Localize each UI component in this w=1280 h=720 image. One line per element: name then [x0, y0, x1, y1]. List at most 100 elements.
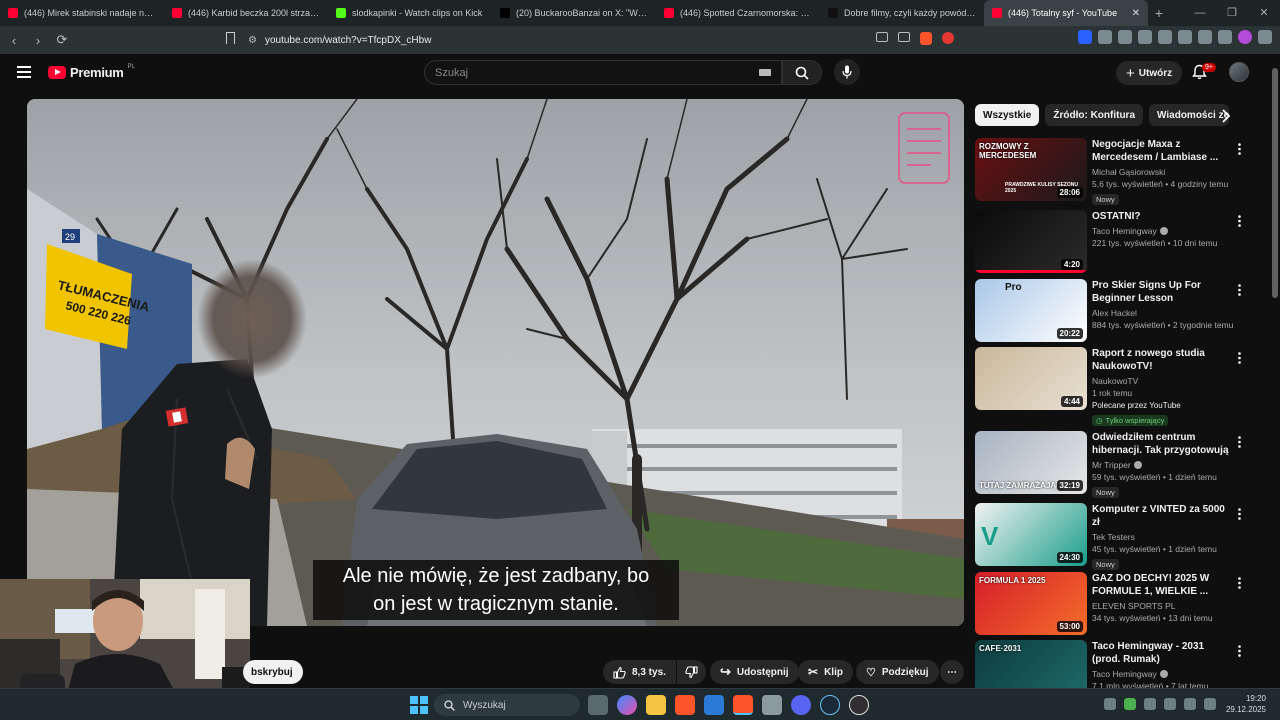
store-icon[interactable]	[704, 695, 724, 715]
video-thumbnail[interactable]: 4:20	[975, 210, 1087, 273]
file-explorer-icon[interactable]	[646, 695, 666, 715]
kebab-menu-icon[interactable]	[1238, 435, 1241, 448]
recommended-video[interactable]: CAFE·2031 Taco Hemingway - 2031 (prod. Ru…	[975, 640, 1255, 703]
account-avatar[interactable]	[1229, 62, 1249, 82]
discord-icon[interactable]	[791, 695, 811, 715]
keyboard-icon[interactable]	[759, 69, 771, 76]
extension-image-icon[interactable]	[1118, 30, 1132, 44]
subscribe-button[interactable]: bskrybuj	[243, 660, 303, 684]
recommended-video[interactable]: V 24:30 Komputer z VINTED za 5000 zł Tek Te…	[975, 503, 1255, 572]
browser-tab[interactable]: (446) Spotted Czarnomorska: upośle	[656, 0, 820, 26]
copilot-icon[interactable]	[617, 695, 637, 715]
video-thumbnail[interactable]: TUTAJ ZAMRAŻAJĄ L 32:19	[975, 431, 1087, 494]
tray-wifi-icon[interactable]	[1184, 698, 1196, 710]
restore-icon[interactable]: ❐	[1216, 0, 1248, 26]
kebab-menu-icon[interactable]	[1238, 576, 1241, 589]
vpn-icon[interactable]	[1218, 30, 1232, 44]
browser-tab[interactable]: Dobre filmy, czyli każdy powód dobr	[820, 0, 984, 26]
video-title[interactable]: Negocjacje Maxa z Mercedesem / Lambiase …	[1092, 138, 1232, 164]
clip-button[interactable]: ✂ Klip	[798, 660, 853, 684]
taskbar-clock[interactable]: 19:20 29.12.2025	[1226, 693, 1266, 715]
tray-app-icon[interactable]	[1124, 698, 1136, 710]
video-thumbnail[interactable]: 4:44	[975, 347, 1087, 410]
kebab-menu-icon[interactable]	[1238, 644, 1241, 657]
recommended-video[interactable]: ROZMOWY Z MERCEDESEM PRAWDZIWE KULISY SEZ…	[975, 138, 1255, 210]
channel-name[interactable]: Taco Hemingway	[1092, 669, 1157, 679]
windows-start-icon[interactable]	[410, 696, 428, 714]
new-tab-button[interactable]: +	[1148, 5, 1170, 21]
dislike-button[interactable]	[676, 660, 706, 684]
extensions-puzzle-icon[interactable]	[1098, 30, 1112, 44]
recommended-video[interactable]: Pro 20:22 Pro Skier Signs Up For Beginner …	[975, 279, 1255, 347]
tray-mic-icon[interactable]	[1164, 698, 1176, 710]
share-button[interactable]: ↪ Udostępnij	[710, 660, 799, 684]
browser-tab[interactable]: (20) BuckarooBanzai on X: "W Sankt	[492, 0, 656, 26]
chevron-right-icon[interactable]	[1218, 108, 1234, 124]
brave-active-icon[interactable]	[733, 695, 753, 715]
more-actions-button[interactable]: ⋯	[940, 660, 964, 684]
bookmark-icon[interactable]	[226, 32, 235, 44]
wallet-icon[interactable]	[1178, 30, 1192, 44]
back-icon[interactable]: ‹	[4, 33, 24, 48]
channel-name[interactable]: Alex Hackel	[1092, 308, 1137, 318]
task-view-icon[interactable]	[588, 695, 608, 715]
browser-tab[interactable]: slodkapinki - Watch clips on Kick	[328, 0, 492, 26]
taskbar-search[interactable]: Wyszukaj	[434, 694, 580, 716]
extension-new-icon[interactable]	[1078, 30, 1092, 44]
recommended-video[interactable]: TUTAJ ZAMRAŻAJĄ L 32:19 Odwiedziłem centru…	[975, 431, 1255, 503]
url-field[interactable]: ⚙ youtube.com/watch?v=TfcpDX_cHbw	[226, 30, 968, 50]
video-thumbnail[interactable]: FORMULA 1 2025 53:00	[975, 572, 1087, 635]
filter-chip[interactable]: Wszystkie	[975, 104, 1040, 126]
kebab-menu-icon[interactable]	[1238, 507, 1241, 520]
create-button[interactable]: + Utwórz	[1116, 61, 1183, 85]
tray-network-icon[interactable]	[1144, 698, 1156, 710]
channel-name[interactable]: NaukowoTV	[1092, 376, 1138, 386]
video-title[interactable]: Komputer z VINTED za 5000 zł	[1092, 503, 1232, 529]
minimize-icon[interactable]: —	[1184, 0, 1216, 26]
recommended-video[interactable]: 4:20 OSTATNI? Taco Hemingway 221 tys. wyświ…	[975, 210, 1255, 279]
youtube-premium-logo[interactable]: Premium PL	[48, 64, 135, 80]
video-title[interactable]: Raport z nowego studia NaukowoTV!	[1092, 347, 1232, 373]
kebab-menu-icon[interactable]	[1238, 214, 1241, 227]
voice-search-button[interactable]	[834, 59, 860, 85]
video-title[interactable]: Taco Hemingway - 2031 (prod. Rumak)	[1092, 640, 1232, 666]
recommended-video[interactable]: 4:44 Raport z nowego studia NaukowoTV! Nau…	[975, 347, 1255, 431]
forward-icon[interactable]: ›	[28, 33, 48, 48]
kebab-menu-icon[interactable]	[1238, 283, 1241, 296]
video-thumbnail[interactable]: V 24:30	[975, 503, 1087, 566]
menu-icon[interactable]	[1258, 30, 1272, 44]
video-title[interactable]: OSTATNI?	[1092, 210, 1232, 223]
channel-name[interactable]: Mr Tripper	[1092, 460, 1131, 470]
brave-browser-icon[interactable]	[675, 695, 695, 715]
video-title[interactable]: GAZ DO DECHY! 2025 W FORMULE 1, WIELKIE …	[1092, 572, 1232, 598]
like-button[interactable]: 8,3 tys.	[603, 660, 676, 684]
scrollbar-thumb[interactable]	[1272, 68, 1278, 298]
brave-rewards-icon[interactable]	[942, 32, 954, 44]
browser-tab[interactable]: (446) Mirek stabinski nadaje na żywo	[0, 0, 164, 26]
video-title[interactable]: Pro Skier Signs Up For Beginner Lesson	[1092, 279, 1232, 305]
site-info-icon[interactable]: ⚙	[248, 35, 257, 46]
page-scrollbar[interactable]	[1272, 64, 1278, 684]
search-input[interactable]: Szukaj	[424, 60, 782, 85]
profile-icon[interactable]	[1238, 30, 1252, 44]
music-icon[interactable]	[1138, 30, 1152, 44]
obs-icon[interactable]	[849, 695, 869, 715]
kebab-menu-icon[interactable]	[1238, 142, 1241, 155]
video-title[interactable]: Odwiedziłem centrum hibernacji. Tak przy…	[1092, 431, 1232, 457]
tray-chevron-icon[interactable]	[1104, 698, 1116, 710]
close-window-icon[interactable]: ✕	[1248, 0, 1280, 26]
recommended-video[interactable]: FORMULA 1 2025 53:00 GAZ DO DECHY! 2025 W …	[975, 572, 1255, 640]
video-thumbnail[interactable]: ROZMOWY Z MERCEDESEM PRAWDZIWE KULISY SEZ…	[975, 138, 1087, 201]
video-player[interactable]: TŁUMACZENIA 500 220 226 29	[27, 99, 964, 626]
video-thumbnail[interactable]: Pro 20:22	[975, 279, 1087, 342]
browser-tab[interactable]: (446) Karbid beczka 200l strzał 1 - Yo	[164, 0, 328, 26]
filter-chip[interactable]: Źródło: Konfitura	[1045, 104, 1144, 126]
channel-name[interactable]: Taco Hemingway	[1092, 226, 1157, 236]
channel-name[interactable]: Tek Testers	[1092, 532, 1135, 542]
steam-icon[interactable]	[820, 695, 840, 715]
close-tab-icon[interactable]: ✕	[1132, 8, 1140, 19]
search-button[interactable]	[782, 60, 822, 85]
sidebar-icon[interactable]	[1158, 30, 1172, 44]
reload-icon[interactable]: ⟳	[52, 32, 72, 48]
tray-volume-icon[interactable]	[1204, 698, 1216, 710]
